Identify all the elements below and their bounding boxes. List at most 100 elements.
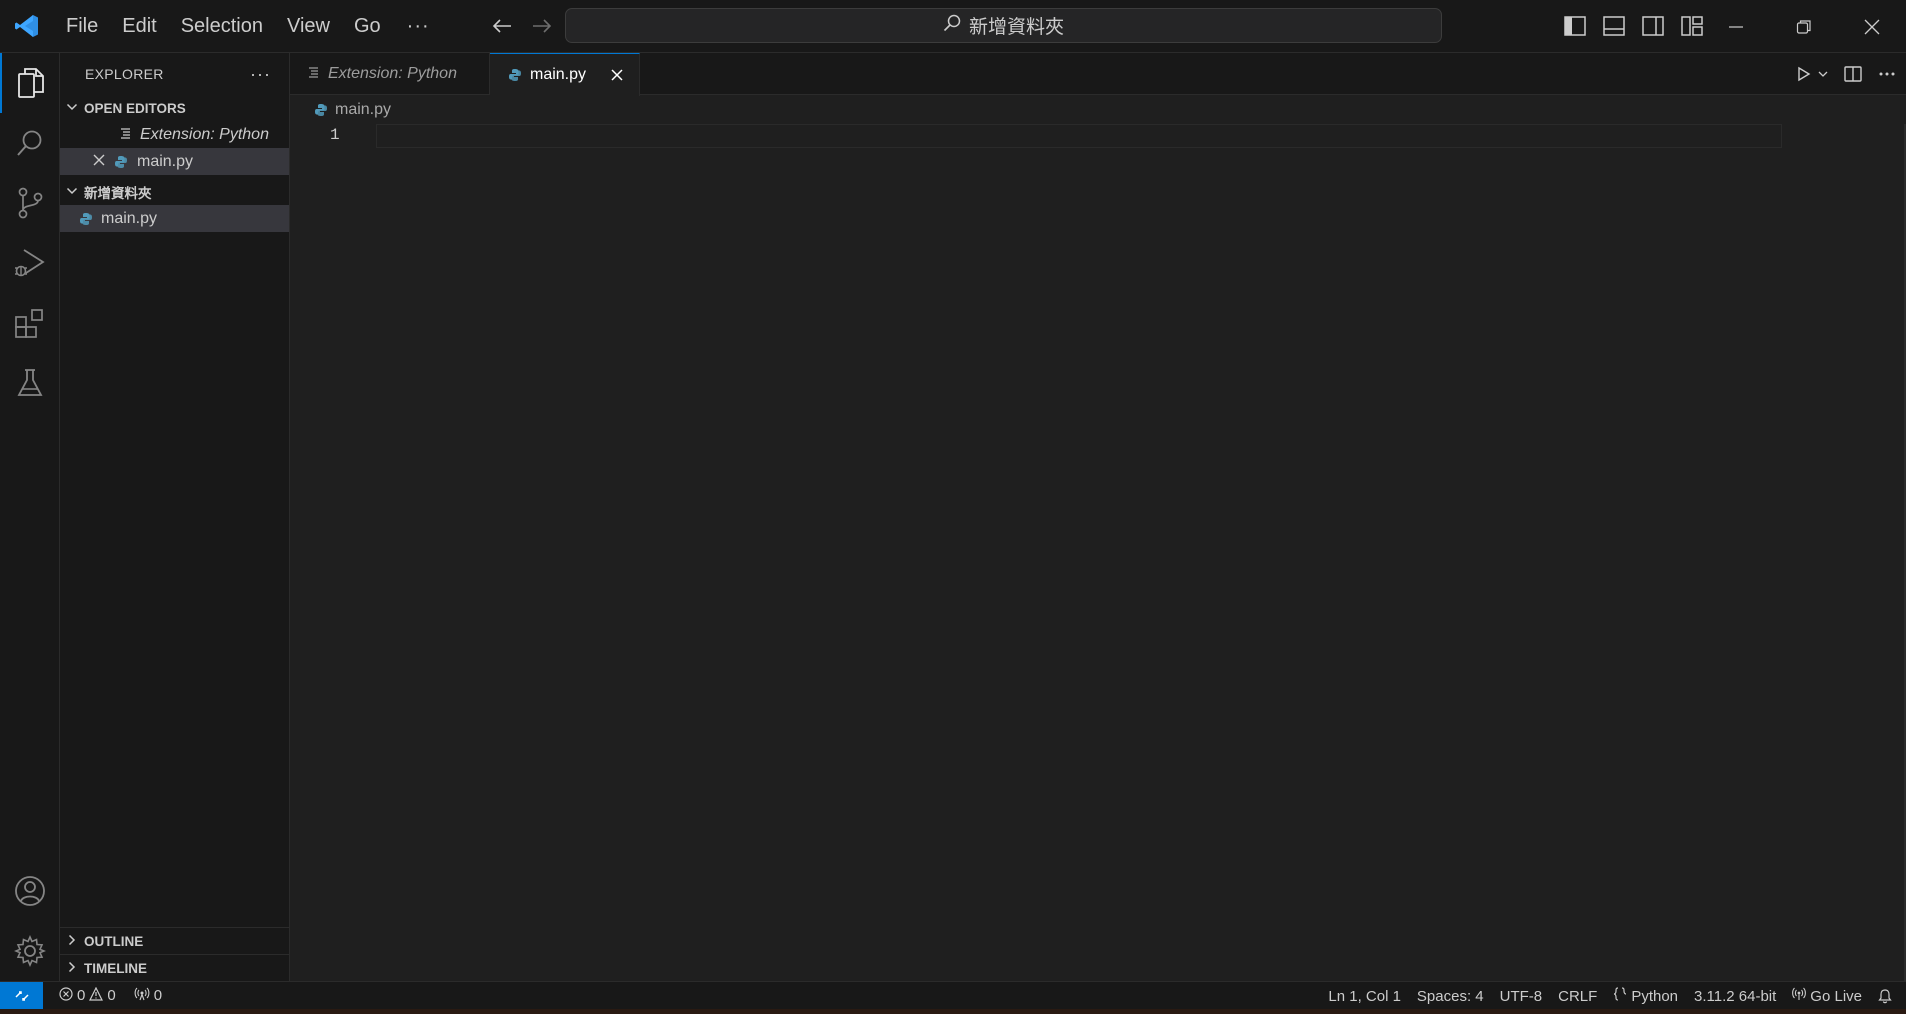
encoding-status[interactable]: UTF-8 — [1494, 982, 1549, 1010]
problems-status[interactable]: 0 0 — [53, 982, 122, 1010]
python-file-icon — [508, 68, 522, 82]
outline-label: OUTLINE — [84, 933, 144, 949]
forward-arrow-icon[interactable] — [530, 14, 554, 38]
ports-count: 0 — [153, 987, 163, 1004]
source-control-icon[interactable] — [0, 173, 60, 233]
timeline-section-header[interactable]: TIMELINE — [60, 954, 290, 981]
open-editor-item-main-py[interactable]: main.py — [60, 148, 289, 175]
command-center-search[interactable]: 新增資料夾 — [565, 8, 1442, 43]
close-tab-icon[interactable] — [608, 65, 625, 85]
remote-indicator-icon[interactable] — [0, 981, 43, 1010]
file-label: main.py — [101, 209, 158, 227]
sidebar-collapsed-sections: OUTLINE TIMELINE — [60, 927, 290, 981]
python-file-icon — [314, 103, 328, 117]
braces-icon — [1613, 987, 1627, 1005]
timeline-label: TIMELINE — [84, 960, 147, 976]
back-arrow-icon[interactable] — [490, 14, 514, 38]
explorer-sidebar: EXPLORER ··· OPEN EDITORS Extension: Pyt… — [60, 53, 290, 981]
error-icon — [59, 986, 73, 1005]
toggle-primary-sidebar-icon[interactable] — [1562, 13, 1587, 38]
minimize-icon[interactable] — [1702, 0, 1770, 53]
editor-actions — [1796, 53, 1906, 95]
explorer-more-actions-button[interactable]: ··· — [250, 64, 271, 85]
tab-label: Extension: Python — [328, 65, 457, 82]
toggle-secondary-sidebar-icon[interactable] — [1640, 13, 1665, 38]
menu-selection[interactable]: Selection — [169, 6, 275, 46]
eol-status[interactable]: CRLF — [1552, 982, 1603, 1010]
status-bar: 0 0 0 Ln 1, Col 1 Spaces: 4 UTF-8 CRLF P… — [0, 981, 1906, 1010]
open-editors-label: OPEN EDITORS — [84, 100, 186, 116]
close-editor-icon[interactable] — [93, 153, 105, 171]
ports-status[interactable]: 0 — [128, 982, 168, 1010]
chevron-right-icon — [66, 934, 78, 949]
python-file-icon — [79, 212, 93, 226]
folder-section-header[interactable]: 新增資料夾 — [60, 179, 289, 205]
outline-section-header[interactable]: OUTLINE — [60, 927, 290, 954]
search-icon — [943, 14, 961, 38]
file-item-main-py[interactable]: main.py — [60, 205, 289, 232]
toggle-panel-icon[interactable] — [1601, 13, 1626, 38]
chevron-right-icon — [66, 961, 78, 976]
tab-label: main.py — [530, 66, 587, 83]
python-file-icon — [114, 155, 128, 169]
menu-bar: File Edit Selection View Go ··· — [54, 0, 444, 53]
explorer-header: EXPLORER ··· — [60, 53, 289, 95]
vscode-logo-icon — [0, 0, 54, 53]
chevron-down-icon — [66, 101, 78, 116]
language-label: Python — [1631, 987, 1679, 1005]
menu-go[interactable]: Go — [342, 6, 393, 46]
more-actions-icon[interactable] — [1876, 63, 1898, 85]
language-mode[interactable]: Python — [1607, 982, 1684, 1010]
navigation-arrows — [490, 14, 554, 38]
folder-name-label: 新增資料夾 — [84, 186, 152, 201]
breadcrumb-file[interactable]: main.py — [335, 101, 391, 119]
warning-icon — [89, 986, 104, 1005]
open-editor-label: Extension: Python — [140, 125, 269, 143]
run-python-file-icon[interactable] — [1796, 63, 1830, 85]
status-left: 0 0 0 — [43, 982, 168, 1010]
preview-lines-icon — [308, 65, 320, 83]
menu-more-button[interactable]: ··· — [393, 15, 444, 38]
menu-view[interactable]: View — [275, 6, 342, 46]
cursor-position[interactable]: Ln 1, Col 1 — [1322, 982, 1407, 1010]
python-interpreter[interactable]: 3.11.2 64-bit — [1688, 982, 1782, 1010]
tab-extension-python[interactable]: Extension: Python — [290, 53, 490, 95]
open-editors-section-header[interactable]: OPEN EDITORS — [60, 95, 289, 121]
open-editor-label: main.py — [137, 152, 194, 170]
vscode-window: File Edit Selection View Go ··· 新增資料夾 EX… — [0, 0, 1906, 1014]
extensions-icon[interactable] — [0, 293, 60, 353]
activity-bar — [0, 53, 60, 981]
code-editor[interactable]: 1 — [290, 124, 1906, 981]
title-bar: File Edit Selection View Go ··· 新增資料夾 — [0, 0, 1906, 53]
open-editor-item-extension-python[interactable]: Extension: Python — [60, 121, 289, 148]
notifications-bell-icon[interactable] — [1872, 982, 1898, 1010]
menu-edit[interactable]: Edit — [110, 6, 168, 46]
broadcast-icon — [134, 987, 150, 1005]
line-number: 1 — [330, 126, 340, 144]
explorer-title: EXPLORER — [85, 66, 164, 82]
window-controls — [1702, 0, 1906, 53]
indentation-status[interactable]: Spaces: 4 — [1411, 982, 1490, 1010]
command-center-label: 新增資料夾 — [968, 17, 1064, 38]
editor-tab-bar: Extension: Python main.py — [290, 53, 1906, 96]
current-line-highlight[interactable] — [376, 124, 1782, 148]
run-and-debug-icon[interactable] — [0, 233, 60, 293]
customize-layout-icon[interactable] — [1679, 13, 1704, 38]
go-live-button[interactable]: Go Live — [1786, 982, 1868, 1010]
split-editor-icon[interactable] — [1842, 63, 1864, 85]
accounts-icon[interactable] — [0, 861, 60, 921]
status-right: Ln 1, Col 1 Spaces: 4 UTF-8 CRLF Python … — [1322, 982, 1898, 1010]
tab-main-py[interactable]: main.py — [490, 53, 640, 96]
menu-file[interactable]: File — [54, 6, 110, 46]
breadcrumb: main.py — [290, 96, 391, 124]
explorer-icon[interactable] — [0, 53, 60, 113]
search-icon[interactable] — [0, 113, 60, 173]
error-count: 0 — [77, 987, 86, 1004]
layout-controls — [1562, 13, 1704, 38]
testing-flask-icon[interactable] — [0, 353, 60, 413]
restore-icon[interactable] — [1770, 0, 1838, 53]
chevron-down-icon — [66, 185, 78, 200]
manage-gear-icon[interactable] — [0, 921, 60, 981]
broadcast-icon — [1792, 987, 1807, 1005]
close-window-icon[interactable] — [1838, 0, 1906, 53]
